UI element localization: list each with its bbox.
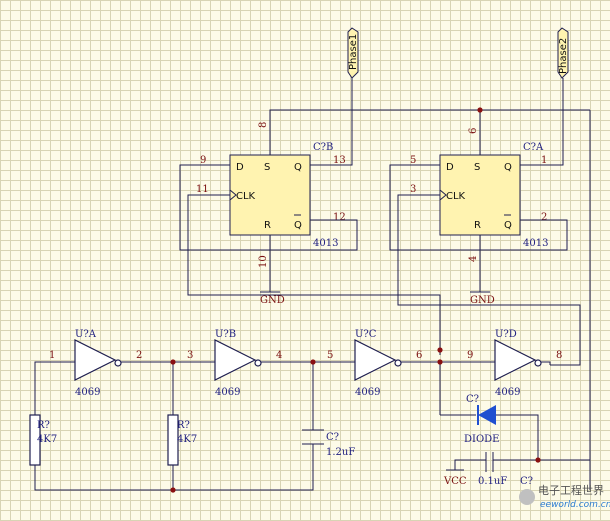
ffb-part: 4013	[313, 238, 338, 249]
ffa-num-clk: 3	[410, 184, 416, 195]
ffa-pin-r: R	[474, 220, 481, 231]
ffa-num-qbar: 2	[541, 212, 547, 223]
watermark: 电子工程世界 eeworld.com.cn	[519, 484, 610, 510]
gnd-a-label: GND	[470, 295, 495, 306]
gnd-b-label: GND	[260, 295, 285, 306]
schematic-label: 3	[187, 350, 193, 361]
schematic-label: 5	[327, 350, 333, 361]
inverter-uc: U?C 4069 5 6	[327, 329, 422, 398]
port-phase1-label: Phase1	[348, 34, 359, 70]
schematic-label: 1	[49, 350, 55, 361]
port-phase1: Phase1	[347, 27, 359, 90]
ffa-num-r: 4	[468, 256, 479, 262]
ffb-pin-clk: CLK	[236, 191, 256, 202]
schematic-label: C?	[466, 394, 479, 405]
schematic: Phase1 Phase2 D S Q CLK R Q C?B 4013 8 9…	[29, 27, 610, 510]
ffa-pin-d: D	[446, 162, 454, 173]
chain-wiring	[34, 347, 551, 493]
schematic-label: 电子工程世界	[538, 484, 604, 497]
schematic-label: 9	[467, 350, 473, 361]
ffa-pin-q: Q	[504, 162, 512, 173]
ffb-pin-s: S	[264, 162, 270, 173]
schematic-label: U?B	[215, 329, 236, 340]
schematic-label: 6	[416, 350, 422, 361]
schematic-canvas: Phase1 Phase2 D S Q CLK R Q C?B 4013 8 9…	[0, 0, 610, 521]
vcc-label: VCC	[443, 476, 467, 487]
ffa-ref: C?A	[523, 142, 544, 153]
inverter-ud: U?D 4069 9 8	[467, 329, 562, 398]
resistor-r2: R? 4K7	[167, 414, 197, 466]
ffa-num-s: 6	[468, 128, 479, 134]
schematic-label: 4	[276, 350, 282, 361]
port-phase2: Phase2	[557, 27, 569, 90]
schematic-label: 4069	[215, 387, 240, 398]
schematic-label: C?	[326, 432, 339, 443]
diode: C? DIODE	[440, 394, 539, 460]
ffa-part: 4013	[523, 238, 548, 249]
ffa-pin-qbar: Q	[504, 220, 512, 231]
schematic-label: eeworld.com.cn	[540, 500, 610, 510]
ffb-pin-qbar: Q	[294, 220, 302, 231]
schematic-label: 4069	[495, 387, 520, 398]
ffb-num-clk: 11	[196, 184, 209, 195]
schematic-label: 8	[556, 350, 562, 361]
schematic-label: 1.2uF	[326, 447, 355, 458]
schematic-label: 4K7	[177, 434, 197, 445]
ffb-num-qbar: 12	[333, 212, 346, 223]
schematic-label: 4069	[75, 387, 100, 398]
ffa-pin-s: S	[474, 162, 480, 173]
port-phase2-label: Phase2	[558, 38, 569, 74]
schematic-label: 4069	[355, 387, 380, 398]
inverter-ub: U?B 4069 3 4	[187, 329, 282, 398]
inverter-ua: U?A 4069 1 2	[49, 329, 142, 398]
schematic-label: R?	[37, 420, 50, 431]
ffa-num-q: 1	[541, 155, 547, 166]
ffb-num-d: 9	[200, 155, 206, 166]
ffb-num-q: 13	[333, 155, 346, 166]
schematic-label: C?	[520, 476, 533, 487]
capacitor-c2: VCC 0.1uF C?	[443, 452, 590, 487]
ffb-num-s: 8	[258, 122, 269, 128]
schematic-label: 2	[136, 350, 142, 361]
schematic-label: U?D	[495, 329, 517, 340]
ffa-num-d: 5	[410, 155, 416, 166]
ffa-pin-clk: CLK	[446, 191, 466, 202]
ffb-ref: C?B	[313, 142, 333, 153]
ffb-pin-q: Q	[294, 162, 302, 173]
ffb-pin-d: D	[236, 162, 244, 173]
capacitor-c1: C? 1.2uF	[302, 429, 355, 458]
ffb-pin-r: R	[264, 220, 271, 231]
schematic-label: 4K7	[37, 434, 57, 445]
schematic-label: 0.1uF	[478, 476, 507, 487]
schematic-label: R?	[177, 420, 190, 431]
schematic-label: DIODE	[464, 434, 499, 445]
schematic-label: U?A	[75, 329, 97, 340]
ffb-num-r: 10	[258, 255, 269, 268]
schematic-label: U?C	[355, 329, 377, 340]
resistor-r1: R? 4K7	[29, 414, 57, 466]
